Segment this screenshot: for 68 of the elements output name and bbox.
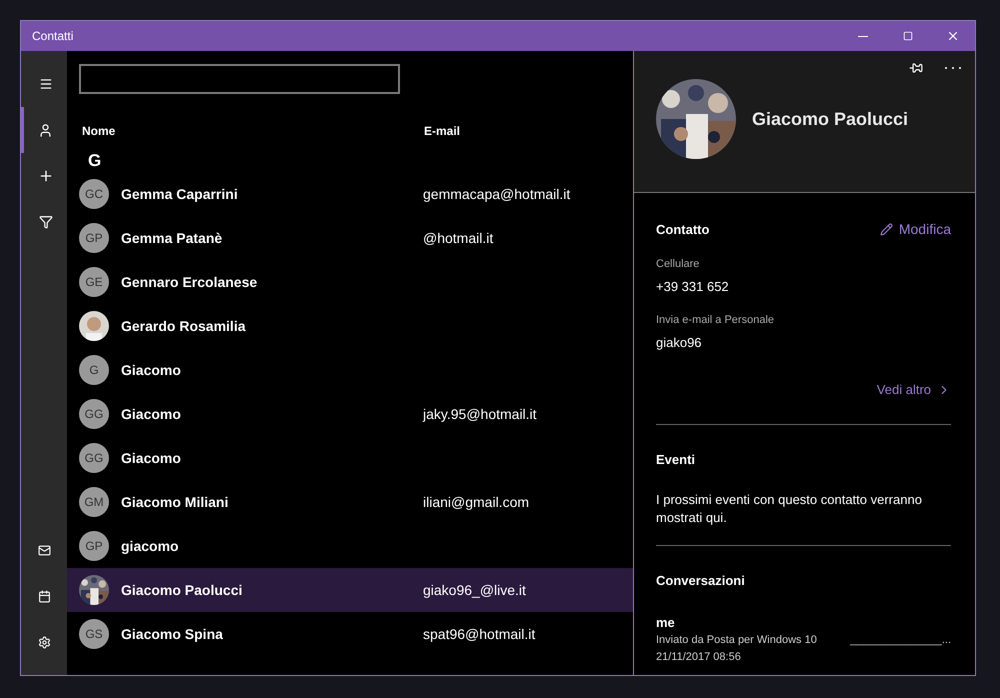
contact-row[interactable]: Giacomo Paolucci giako96_@live.it bbox=[67, 568, 633, 612]
initials-avatar: G bbox=[79, 355, 109, 385]
contact-row[interactable]: GG Giacomo jaky.95@hotmail.it bbox=[67, 392, 633, 436]
contact-row[interactable]: GG Giacomo bbox=[67, 436, 633, 480]
conversation-preview: _______________... bbox=[850, 633, 951, 648]
contact-name: Gemma Patanè bbox=[121, 228, 224, 248]
conversation-date: 21/11/2017 08:56 bbox=[656, 650, 742, 664]
contact-name: Giacomo bbox=[121, 360, 182, 380]
field-value: +39 331 652 bbox=[656, 278, 730, 296]
column-header[interactable]: Nome bbox=[82, 122, 424, 140]
column-header[interactable]: E-mail bbox=[424, 122, 460, 140]
contact-email: spat96@hotmail.it bbox=[423, 624, 536, 644]
field-label: Invia e-mail a Personale bbox=[656, 313, 776, 328]
maximize-icon bbox=[902, 31, 912, 41]
see-more-link[interactable]: Vedi altro bbox=[876, 380, 951, 400]
window-title: Contatti bbox=[31, 28, 74, 45]
settings-icon bbox=[38, 636, 50, 648]
contact-name: Giacomo Spina bbox=[121, 624, 224, 644]
initials-avatar: GP bbox=[79, 531, 109, 561]
initials-avatar: GC bbox=[79, 179, 109, 209]
conversation-sender: me bbox=[656, 614, 676, 632]
contact-name: giacomo bbox=[121, 536, 180, 556]
contact-row[interactable]: GP giacomo bbox=[67, 524, 633, 568]
contact-email: jaky.95@hotmail.it bbox=[423, 404, 537, 424]
group-header: G bbox=[87, 150, 102, 172]
contact-row[interactable]: GS Giacomo Spina spat96@hotmail.it bbox=[67, 612, 633, 656]
initials-avatar: GP bbox=[79, 223, 109, 253]
contact-row[interactable]: G Giacomo bbox=[67, 348, 633, 392]
initials-avatar: GG bbox=[79, 443, 109, 473]
conversation-subject: Inviato da Posta per Windows 10 bbox=[656, 633, 817, 648]
field-label: Cellulare bbox=[656, 257, 700, 272]
section-title: Contatto bbox=[656, 220, 710, 239]
initials-avatar: GE bbox=[79, 267, 109, 297]
initials-avatar: GS bbox=[79, 619, 109, 649]
contact-name: Gerardo Rosamilia bbox=[121, 316, 247, 336]
contact-row[interactable]: GM Giacomo Miliani iliani@gmail.com bbox=[67, 480, 633, 524]
contact-name: Giacomo bbox=[121, 448, 182, 468]
edit-link[interactable]: Modifica bbox=[880, 219, 951, 240]
events-text: I prossimi eventi con questo contatto verranno mostrati qui. bbox=[656, 491, 923, 527]
conversation-item[interactable]: me Inviato da Posta per Windows 10 _______________... 21/11/2017 08:56 bbox=[656, 612, 951, 665]
pin-icon bbox=[909, 61, 923, 75]
person-icon bbox=[38, 122, 53, 138]
contact-email: @hotmail.it bbox=[423, 228, 494, 248]
contact-title: Giacomo Paolucci bbox=[752, 108, 908, 130]
pencil-icon bbox=[880, 223, 893, 236]
field-value: giako96 bbox=[656, 334, 703, 352]
contact-email: gemmacapa@hotmail.it bbox=[423, 184, 570, 204]
contact-name: Giacomo Paolucci bbox=[121, 580, 244, 600]
section-title: Conversazioni bbox=[656, 572, 746, 590]
contact-email: giako96_@live.it bbox=[423, 580, 526, 600]
section-title: Eventi bbox=[656, 450, 696, 468]
filter-icon bbox=[38, 215, 52, 229]
calendar-icon bbox=[38, 590, 50, 602]
initials-avatar: GM bbox=[79, 487, 109, 517]
contact-row[interactable]: GE Gennaro Ercolanese bbox=[67, 260, 633, 304]
initials-avatar: GG bbox=[79, 399, 109, 429]
menu-icon bbox=[38, 77, 52, 91]
contact-row[interactable]: GP Gemma Patanè @hotmail.it bbox=[67, 216, 633, 260]
contact-name: Giacomo bbox=[121, 404, 182, 424]
contact-email: iliani@gmail.com bbox=[423, 492, 530, 512]
mail-icon bbox=[38, 544, 50, 556]
contact-row[interactable]: Gerardo Rosamilia bbox=[67, 304, 633, 348]
contact-name: Gennaro Ercolanese bbox=[121, 272, 258, 292]
search-field[interactable] bbox=[79, 64, 400, 94]
contact-row[interactable]: GC Gemma Caparrini gemmacapa@hotmail.it bbox=[67, 172, 633, 216]
contact-name: Gemma Caparrini bbox=[121, 184, 239, 204]
contact-name: Giacomo Miliani bbox=[121, 492, 230, 512]
plus-icon bbox=[38, 168, 54, 184]
